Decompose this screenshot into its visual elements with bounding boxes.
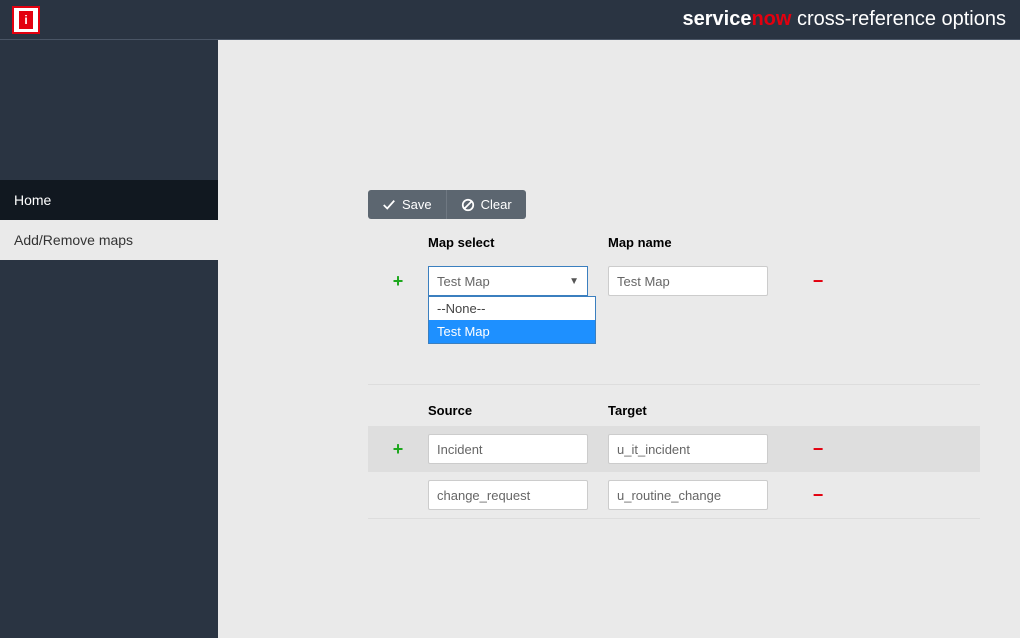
map-select-display[interactable]: Test Map ▼ — [428, 266, 588, 296]
sidebar-item-add-remove-maps[interactable]: Add/Remove maps — [0, 220, 218, 260]
source-input[interactable] — [428, 480, 588, 510]
add-map-button[interactable]: + — [368, 271, 428, 292]
save-button-label: Save — [402, 197, 432, 212]
plus-icon: + — [393, 271, 404, 291]
source-header: Source — [428, 403, 608, 418]
toolbar: Save Clear — [368, 190, 526, 219]
sidebar: Home Add/Remove maps — [0, 40, 218, 638]
target-input[interactable] — [608, 434, 768, 464]
chevron-down-icon: ▼ — [569, 276, 579, 287]
save-button[interactable]: Save — [368, 190, 446, 219]
minus-icon: − — [813, 485, 824, 505]
source-input[interactable] — [428, 434, 588, 464]
sidebar-item-label: Add/Remove maps — [14, 232, 133, 248]
mapping-row: − — [368, 472, 980, 518]
minus-icon: − — [813, 271, 824, 291]
remove-mapping-button[interactable]: − — [788, 485, 848, 506]
topbar: i servicenow cross-reference options — [0, 0, 1020, 40]
map-select-value: Test Map — [437, 274, 490, 289]
app-logo: i — [12, 6, 40, 34]
content-area: Save Clear Map select Map name + — [218, 40, 1020, 638]
map-row: + Test Map ▼ --None-- Test Map — [368, 258, 980, 304]
map-section: Map select Map name + Test Map ▼ --None- — [368, 235, 980, 385]
map-select-option-test-map[interactable]: Test Map — [429, 320, 595, 343]
map-select-header: Map select — [428, 235, 608, 250]
map-section-headers: Map select Map name — [368, 235, 980, 258]
mapping-section-headers: Source Target — [368, 403, 980, 426]
check-icon — [382, 198, 396, 212]
remove-mapping-button[interactable]: − — [788, 439, 848, 460]
mapping-row: + − — [368, 426, 980, 472]
map-select-options: --None-- Test Map — [428, 296, 596, 344]
target-header: Target — [608, 403, 788, 418]
main-layout: Home Add/Remove maps Save Clear — [0, 40, 1020, 638]
target-input[interactable] — [608, 480, 768, 510]
header-title: servicenow cross-reference options — [682, 8, 1006, 31]
add-mapping-button[interactable]: + — [368, 439, 428, 460]
sidebar-item-label: Home — [14, 192, 51, 208]
clear-button-label: Clear — [481, 197, 512, 212]
title-now: now — [751, 8, 791, 30]
title-suffix: cross-reference options — [791, 8, 1006, 30]
plus-icon: + — [393, 439, 404, 459]
ban-icon — [461, 198, 475, 212]
app-logo-letter: i — [19, 11, 33, 29]
map-name-header: Map name — [608, 235, 788, 250]
mapping-section: Source Target + − — [368, 403, 980, 519]
minus-icon: − — [813, 439, 824, 459]
title-service: service — [682, 8, 751, 30]
remove-map-button[interactable]: − — [788, 271, 848, 292]
sidebar-item-home[interactable]: Home — [0, 180, 218, 220]
clear-button[interactable]: Clear — [446, 190, 526, 219]
map-select-dropdown[interactable]: Test Map ▼ --None-- Test Map — [428, 266, 588, 296]
map-name-input[interactable] — [608, 266, 768, 296]
map-select-option-none[interactable]: --None-- — [429, 297, 595, 320]
